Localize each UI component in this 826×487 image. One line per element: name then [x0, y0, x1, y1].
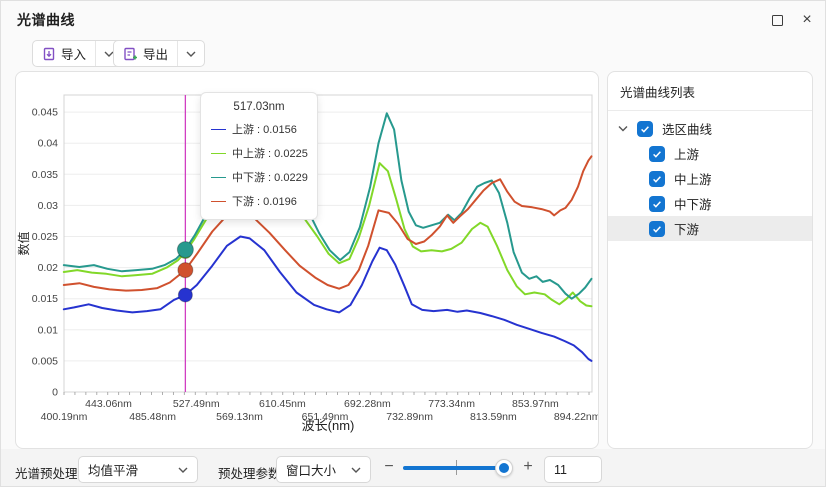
series-swatch-downstream	[211, 201, 226, 202]
checkbox-checked[interactable]	[637, 121, 653, 137]
checkbox-checked[interactable]	[649, 196, 665, 212]
x-tick-label: 569.13nm	[216, 411, 263, 423]
chevron-expanded-icon[interactable]	[618, 125, 628, 132]
tree-item-label: 中下游	[674, 194, 712, 213]
y-tick-label: 0.035	[32, 169, 58, 181]
tooltip-value-downstream: 下游 : 0.0196	[232, 193, 297, 209]
chart-tooltip: 517.03nm 上游 : 0.0156 中上游 : 0.0225 中下游 : …	[200, 92, 318, 220]
param-select-value: 窗口大小	[286, 460, 336, 479]
export-button-label: 导出	[143, 44, 168, 63]
x-tick-label: 527.49nm	[173, 398, 220, 410]
x-tick-label: 692.28nm	[344, 398, 391, 410]
y-tick-label: 0.01	[38, 324, 59, 336]
slider-increase-button[interactable]: +	[520, 459, 536, 475]
close-button[interactable]: ×	[793, 9, 821, 31]
x-tick-label: 894.22nm	[554, 411, 598, 423]
import-clipboard-icon	[42, 47, 56, 61]
y-tick-label: 0.03	[38, 200, 59, 212]
tooltip-row: 中上游 : 0.0225	[211, 145, 307, 161]
export-button[interactable]: 导出	[114, 41, 177, 66]
spectral-curve-window: 光谱曲线 × 导入 导出	[0, 0, 826, 487]
tooltip-wavelength: 517.03nm	[211, 101, 307, 113]
x-tick-label: 443.06nm	[85, 398, 132, 410]
x-tick-label: 853.97nm	[512, 398, 559, 410]
x-tick-label: 813.59nm	[470, 411, 517, 423]
x-tick-label: 485.48nm	[129, 411, 176, 423]
y-axis-title: 数值	[16, 231, 31, 255]
x-tick-label: 610.45nm	[259, 398, 306, 410]
y-tick-label: 0.025	[32, 231, 58, 243]
cursor-dot-上游	[178, 288, 192, 302]
tree-item-label: 选区曲线	[662, 119, 712, 138]
cursor-dot-中下游	[177, 242, 193, 258]
tree-item-mid-upstream[interactable]: 中上游	[608, 166, 812, 191]
chevron-down-icon	[351, 467, 361, 473]
tree-item-label: 下游	[674, 219, 699, 238]
series-swatch-mid-downstream	[211, 177, 226, 178]
import-button[interactable]: 导入	[33, 41, 95, 66]
checkbox-checked[interactable]	[649, 171, 665, 187]
tooltip-row: 中下游 : 0.0229	[211, 169, 307, 185]
export-dropdown-arrow[interactable]	[177, 41, 204, 66]
tree-item-label: 上游	[674, 144, 699, 163]
param-select[interactable]: 窗口大小	[276, 456, 371, 483]
y-tick-label: 0.04	[38, 138, 59, 150]
series-swatch-upstream	[211, 129, 226, 130]
tree-item-label: 中上游	[674, 169, 712, 188]
window-size-input[interactable]	[544, 456, 602, 483]
slider-decrease-button[interactable]: −	[381, 459, 397, 475]
export-clipboard-plus-icon	[123, 47, 138, 61]
x-tick-label: 773.34nm	[428, 398, 475, 410]
curve-list-title: 光谱曲线列表	[608, 72, 812, 111]
tooltip-value-mid-downstream: 中下游 : 0.0229	[232, 169, 308, 185]
preprocess-bar: 光谱预处理 均值平滑 预处理参数 窗口大小 − +	[1, 449, 826, 487]
tree-item-selection-curves[interactable]: 选区曲线	[608, 116, 812, 141]
checkbox-checked[interactable]	[649, 146, 665, 162]
y-tick-label: 0.02	[38, 262, 59, 274]
import-button-label: 导入	[61, 44, 86, 63]
preprocess-label: 光谱预处理	[15, 463, 78, 482]
checkbox-checked[interactable]	[649, 221, 665, 237]
chevron-down-icon	[186, 51, 196, 57]
tree-item-upstream[interactable]: 上游	[608, 141, 812, 166]
x-axis-title: 波长(nm)	[302, 418, 355, 433]
window-title: 光谱曲线	[17, 10, 75, 30]
tree-item-mid-downstream[interactable]: 中下游	[608, 191, 812, 216]
y-tick-label: 0.005	[32, 355, 58, 367]
curve-tree: 选区曲线 上游 中上游 中下游	[608, 111, 812, 241]
series-line-中下游	[64, 113, 592, 298]
tooltip-value-mid-upstream: 中上游 : 0.0225	[232, 145, 308, 161]
series-swatch-mid-upstream	[211, 153, 226, 154]
close-icon: ×	[802, 12, 811, 28]
y-tick-label: 0.045	[32, 107, 58, 119]
x-tick-label: 400.19nm	[41, 411, 88, 423]
export-split-button: 导出	[113, 40, 205, 67]
y-tick-label: 0.015	[32, 293, 58, 305]
maximize-button[interactable]	[763, 9, 791, 31]
tooltip-row: 下游 : 0.0196	[211, 193, 307, 209]
plot-border	[64, 95, 592, 392]
param-label: 预处理参数	[218, 463, 281, 482]
x-tick-label: 732.89nm	[386, 411, 433, 423]
tooltip-row: 上游 : 0.0156	[211, 121, 307, 137]
preprocess-method-select[interactable]: 均值平滑	[78, 456, 198, 483]
maximize-icon	[772, 15, 783, 26]
chevron-down-icon	[178, 467, 188, 473]
tree-item-downstream[interactable]: 下游	[608, 216, 812, 241]
cursor-dot-下游	[178, 263, 193, 278]
slider-thumb[interactable]	[495, 459, 513, 477]
import-split-button: 导入	[32, 40, 123, 67]
tooltip-value-upstream: 上游 : 0.0156	[232, 121, 297, 137]
preprocess-method-value: 均值平滑	[88, 460, 138, 479]
chart-panel: 0 0.005 0.01 0.015 0.02 0.025 0.03 0.035 0.04 0.0…	[15, 71, 599, 449]
y-tick-label: 0	[52, 387, 58, 399]
curve-list-panel: 光谱曲线列表 选区曲线 上游 中上游	[607, 71, 813, 449]
